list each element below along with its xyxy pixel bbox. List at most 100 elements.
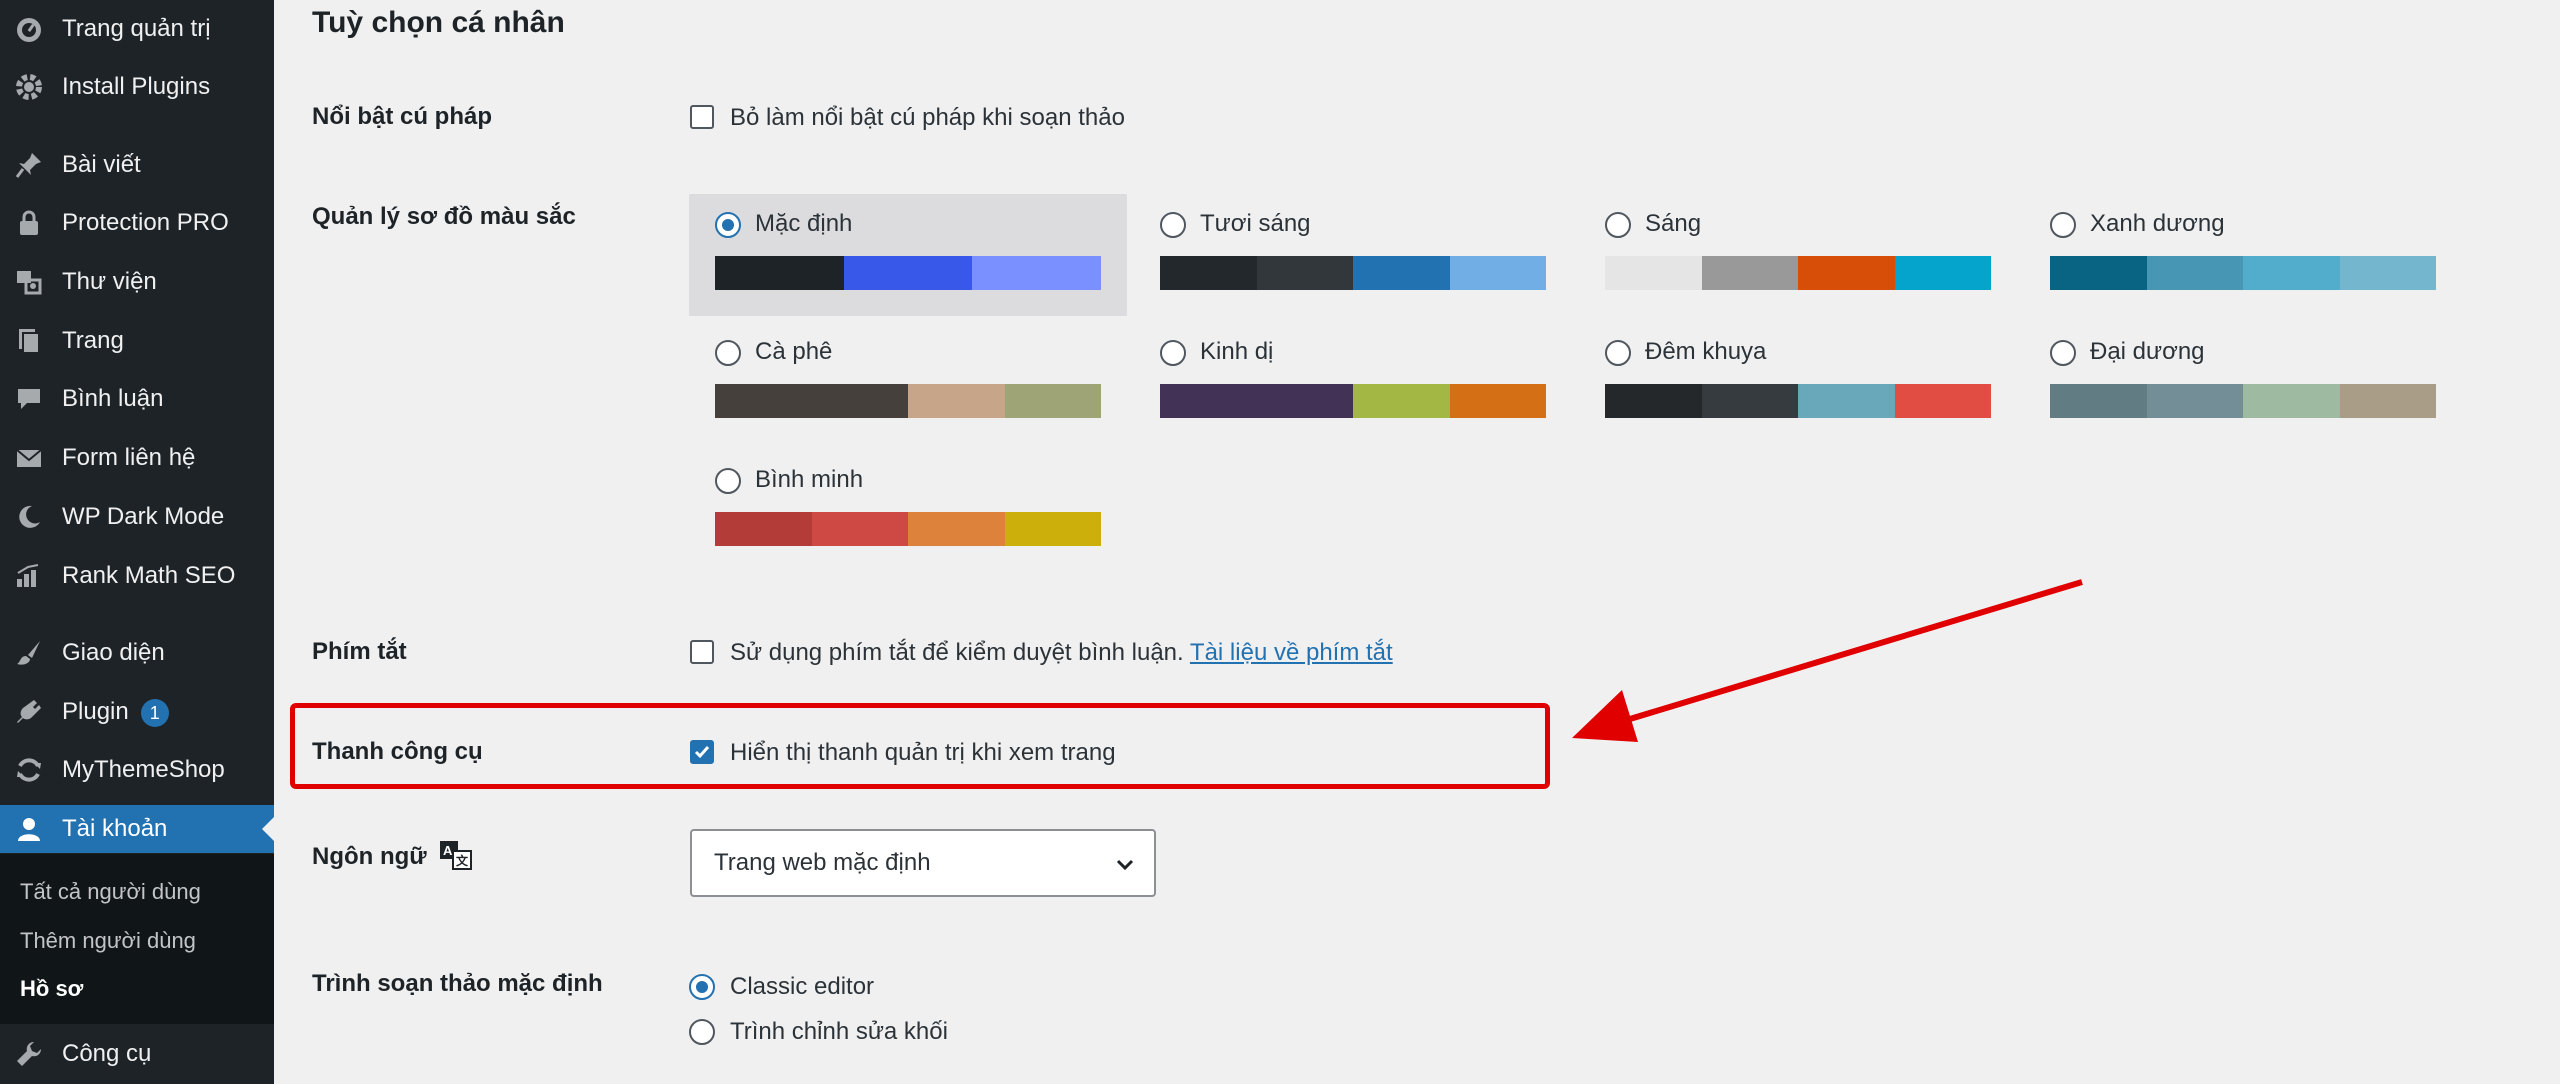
toolbar-checkbox[interactable] bbox=[690, 740, 714, 764]
translation-icon: A 文 bbox=[440, 841, 473, 870]
submenu-all-users[interactable]: Tất cả người dùng bbox=[20, 879, 201, 905]
moon-icon bbox=[19, 505, 40, 528]
scheme-radio[interactable] bbox=[1160, 212, 1186, 238]
color-scheme-label: Quản lý sơ đồ màu sắc bbox=[312, 203, 576, 230]
scheme-name: Xanh dương bbox=[2090, 210, 2225, 237]
chart-icon bbox=[17, 564, 39, 587]
scheme-swatches bbox=[715, 512, 1101, 546]
refresh-icon bbox=[17, 758, 41, 782]
comment-icon bbox=[18, 389, 40, 409]
scheme-radio[interactable] bbox=[1160, 340, 1186, 366]
menu-appearance[interactable]: Giao diện bbox=[0, 629, 274, 677]
scheme-default[interactable]: Mặc định bbox=[689, 194, 1127, 316]
menu-protection-pro[interactable]: Protection PRO bbox=[0, 199, 274, 247]
scheme-midnight[interactable]: Đêm khuya bbox=[1579, 322, 2017, 444]
lock-icon bbox=[20, 210, 38, 235]
menu-pages[interactable]: Trang bbox=[0, 317, 274, 365]
menu-wp-dark-mode[interactable]: WP Dark Mode bbox=[0, 493, 274, 541]
language-label: Ngôn ngữ A 文 bbox=[312, 840, 473, 871]
scheme-coffee[interactable]: Cà phê bbox=[689, 322, 1127, 444]
menu-install-plugins[interactable]: Install Plugins bbox=[0, 63, 274, 111]
menu-contact-form[interactable]: Form liên hệ bbox=[0, 434, 274, 482]
plugin-icon bbox=[17, 700, 41, 723]
menu-label: Rank Math SEO bbox=[62, 562, 236, 589]
menu-rank-math[interactable]: Rank Math SEO bbox=[0, 552, 274, 600]
scheme-light[interactable]: Sáng bbox=[1579, 194, 2017, 316]
submenu-profile[interactable]: Hồ sơ bbox=[20, 976, 83, 1002]
menu-label: Bài viết bbox=[62, 151, 141, 178]
language-select[interactable]: Trang web mặc định bbox=[690, 829, 1156, 897]
menu-label: Trang bbox=[62, 327, 124, 354]
scheme-radio[interactable] bbox=[715, 468, 741, 494]
scheme-radio[interactable] bbox=[715, 212, 741, 238]
shortcuts-label: Phím tắt bbox=[312, 638, 407, 665]
editor-label: Trình soạn thảo mặc định bbox=[312, 970, 603, 997]
shortcuts-docs-link[interactable]: Tài liệu về phím tắt bbox=[1190, 639, 1393, 666]
scheme-name: Bình minh bbox=[755, 466, 864, 493]
syntax-checkbox-label: Bỏ làm nổi bật cú pháp khi soạn thảo bbox=[730, 104, 1125, 131]
users-submenu: Tất cả người dùng Thêm người dùng Hồ sơ bbox=[0, 854, 274, 1024]
editor-block-radio[interactable] bbox=[689, 1019, 715, 1045]
scheme-swatches bbox=[1605, 384, 1991, 418]
scheme-radio[interactable] bbox=[715, 340, 741, 366]
menu-label: Thư viện bbox=[62, 268, 157, 295]
syntax-label: Nổi bật cú pháp bbox=[312, 103, 492, 130]
pages-icon bbox=[19, 329, 40, 354]
toolbar-checkbox-label: Hiển thị thanh quản trị khi xem trang bbox=[730, 739, 1116, 766]
scheme-name: Sáng bbox=[1645, 210, 1702, 237]
dashboard-icon bbox=[17, 18, 41, 42]
menu-users[interactable]: Tài khoản bbox=[0, 805, 274, 853]
menu-label: Tài khoản bbox=[62, 815, 168, 842]
scheme-radio[interactable] bbox=[2050, 212, 2076, 238]
envelope-icon bbox=[16, 449, 42, 467]
shortcuts-checkbox-label: Sử dụng phím tắt để kiểm duyệt bình luận… bbox=[730, 639, 1393, 666]
wrench-icon bbox=[17, 1041, 42, 1066]
menu-label: Công cụ bbox=[62, 1040, 152, 1067]
menu-label: Trang quản trị bbox=[62, 15, 211, 42]
checkmark-icon bbox=[694, 746, 710, 759]
menu-dashboard[interactable]: Trang quản trị bbox=[0, 5, 274, 53]
shortcuts-checkbox[interactable] bbox=[690, 640, 714, 664]
scheme-swatches bbox=[2050, 256, 2436, 290]
scheme-name: Kinh dị bbox=[1200, 338, 1274, 365]
menu-plugins[interactable]: Plugin 1 bbox=[0, 688, 274, 736]
menu-label: Protection PRO bbox=[62, 209, 229, 236]
menu-label: Bình luận bbox=[62, 385, 164, 412]
menu-mythemeshop[interactable]: MyThemeShop bbox=[0, 746, 274, 794]
scheme-swatches bbox=[715, 384, 1101, 418]
scheme-ocean[interactable]: Đại dương bbox=[2024, 322, 2462, 444]
scheme-swatches bbox=[1160, 384, 1546, 418]
menu-label: Form liên hệ bbox=[62, 444, 196, 471]
editor-classic-radio[interactable] bbox=[689, 974, 715, 1000]
scheme-blue[interactable]: Xanh dương bbox=[2024, 194, 2462, 316]
scheme-swatches bbox=[715, 256, 1102, 290]
admin-sidebar: Trang quản trị Install Plugins Bài viết … bbox=[0, 0, 274, 1084]
editor-block-label: Trình chỉnh sửa khối bbox=[730, 1018, 948, 1045]
scheme-sunrise[interactable]: Bình minh bbox=[689, 450, 1127, 572]
menu-comments[interactable]: Bình luận bbox=[0, 375, 274, 423]
annotation-arrow-icon bbox=[1572, 579, 2083, 742]
syntax-checkbox[interactable] bbox=[690, 105, 714, 129]
scheme-swatches bbox=[1605, 256, 1991, 290]
scheme-radio[interactable] bbox=[1605, 212, 1631, 238]
menu-media[interactable]: Thư viện bbox=[0, 258, 274, 306]
scheme-radio[interactable] bbox=[2050, 340, 2076, 366]
menu-label: MyThemeShop bbox=[62, 756, 225, 783]
svg-text:文: 文 bbox=[456, 853, 469, 868]
user-icon bbox=[18, 818, 40, 841]
language-select-value: Trang web mặc định bbox=[714, 849, 931, 876]
gear-icon bbox=[16, 74, 42, 100]
menu-tools[interactable]: Công cụ bbox=[0, 1030, 274, 1078]
pin-icon bbox=[15, 153, 41, 178]
scheme-radio[interactable] bbox=[1605, 340, 1631, 366]
menu-label: Plugin 1 bbox=[62, 698, 169, 727]
scheme-fresh[interactable]: Tươi sáng bbox=[1134, 194, 1572, 316]
scheme-swatches bbox=[1160, 256, 1546, 290]
menu-label: WP Dark Mode bbox=[62, 503, 225, 530]
media-icon bbox=[17, 271, 42, 295]
submenu-add-user[interactable]: Thêm người dùng bbox=[20, 928, 196, 954]
update-count-badge: 1 bbox=[140, 698, 169, 727]
scheme-ectoplasm[interactable]: Kinh dị bbox=[1134, 322, 1572, 444]
menu-posts[interactable]: Bài viết bbox=[0, 141, 274, 189]
chevron-down-icon bbox=[1116, 859, 1134, 871]
